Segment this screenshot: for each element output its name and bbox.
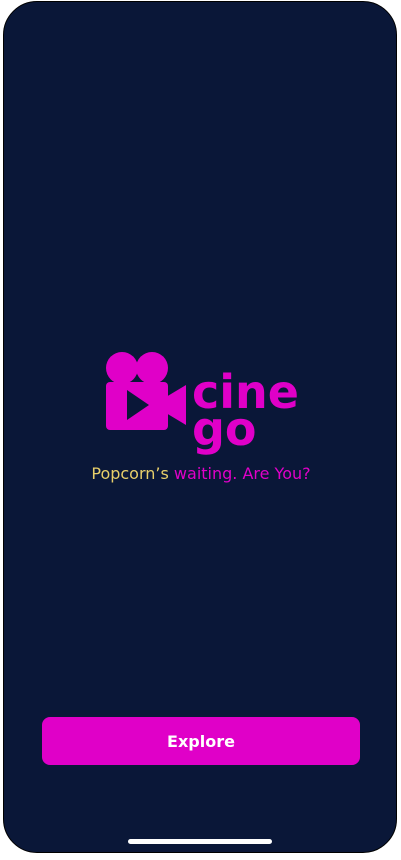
home-indicator	[128, 839, 272, 844]
tagline-part-1: Popcorn’s	[91, 464, 174, 483]
tagline-part-2: waiting. Are You?	[173, 464, 311, 483]
logo-word-bottom: go	[192, 402, 257, 456]
logo-graphic: cine go	[106, 352, 299, 456]
cinego-logo: cine go	[102, 350, 312, 460]
tagline: Popcorn’s waiting. Are You?	[4, 463, 396, 485]
camera-icon	[106, 352, 186, 430]
explore-button[interactable]: Explore	[42, 717, 360, 765]
app-screen: cine go Popcorn’s waiting. Are You? Expl…	[3, 1, 397, 853]
